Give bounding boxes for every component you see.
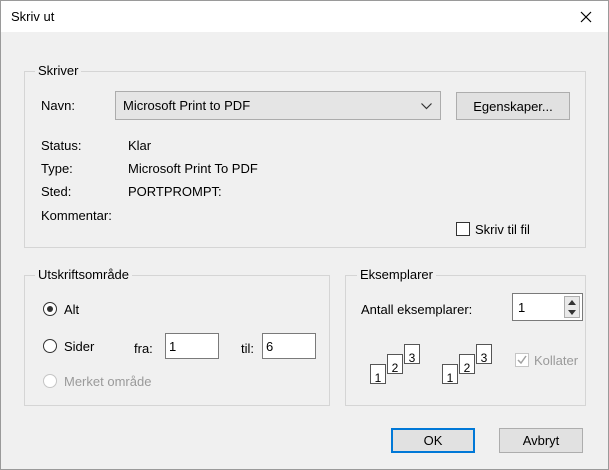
to-input[interactable]: 6 [262, 333, 316, 359]
chevron-down-icon [421, 103, 432, 110]
copies-spin-buttons[interactable] [564, 296, 580, 318]
copies-count-label: Antall eksemplarer: [361, 302, 473, 317]
ok-button[interactable]: OK [391, 428, 475, 453]
printer-group-label: Skriver [35, 63, 82, 78]
collate-checkbox[interactable] [515, 353, 529, 367]
copies-count-stepper[interactable]: 1 [512, 293, 583, 321]
dialog-title: Skriv ut [11, 9, 55, 24]
ok-button-label: OK [423, 433, 443, 448]
copies-count-value: 1 [518, 300, 526, 315]
print-range-group-label: Utskriftsområde [35, 267, 133, 282]
properties-button[interactable]: Egenskaper... [456, 92, 570, 120]
location-value: PORTPROMPT: [128, 184, 222, 199]
print-dialog: Skriv ut Skriver Navn: Microsoft Print t… [0, 0, 609, 470]
print-to-file-label: Skriv til fil [475, 222, 530, 237]
from-input[interactable]: 1 [165, 333, 219, 359]
location-label: Sted: [41, 184, 72, 199]
title-bar: Skriv ut [1, 1, 608, 32]
checkmark-icon [517, 355, 527, 365]
copies-group-label: Eksemplarer [357, 267, 436, 282]
spin-down-icon [568, 310, 576, 315]
close-button[interactable] [564, 1, 608, 32]
collate-label: Kollater [534, 353, 579, 368]
spin-up-icon [568, 300, 576, 305]
close-icon [580, 11, 592, 22]
page-icon-2: 2 [387, 354, 403, 375]
properties-button-label: Egenskaper... [473, 98, 553, 114]
cancel-button-label: Avbryt [522, 433, 560, 448]
range-pages-radio[interactable] [43, 339, 57, 353]
page-icon-1: 1 [370, 364, 386, 385]
printer-name-combo[interactable]: Microsoft Print to PDF [115, 91, 441, 120]
comment-label: Kommentar: [41, 208, 112, 223]
range-all-label: Alt [64, 302, 80, 317]
status-value: Klar [128, 138, 152, 153]
from-label: fra: [134, 341, 153, 356]
type-label: Type: [41, 161, 73, 176]
cancel-button[interactable]: Avbryt [499, 428, 583, 453]
printer-name-label: Navn: [41, 98, 75, 113]
page-icon-3: 3 [404, 344, 420, 365]
print-to-file-checkbox[interactable] [456, 222, 470, 236]
printer-name-value: Microsoft Print to PDF [123, 98, 251, 113]
page-icon-3: 3 [476, 344, 492, 365]
range-selection-radio[interactable] [43, 374, 57, 388]
to-label: til: [241, 341, 254, 356]
page-icon-1: 1 [442, 364, 458, 385]
range-pages-label: Sider [64, 339, 95, 354]
type-value: Microsoft Print To PDF [128, 161, 258, 176]
status-label: Status: [41, 138, 82, 153]
range-selection-label: Merket område [64, 374, 152, 389]
page-icon-2: 2 [459, 354, 475, 375]
range-all-radio[interactable] [43, 302, 57, 316]
